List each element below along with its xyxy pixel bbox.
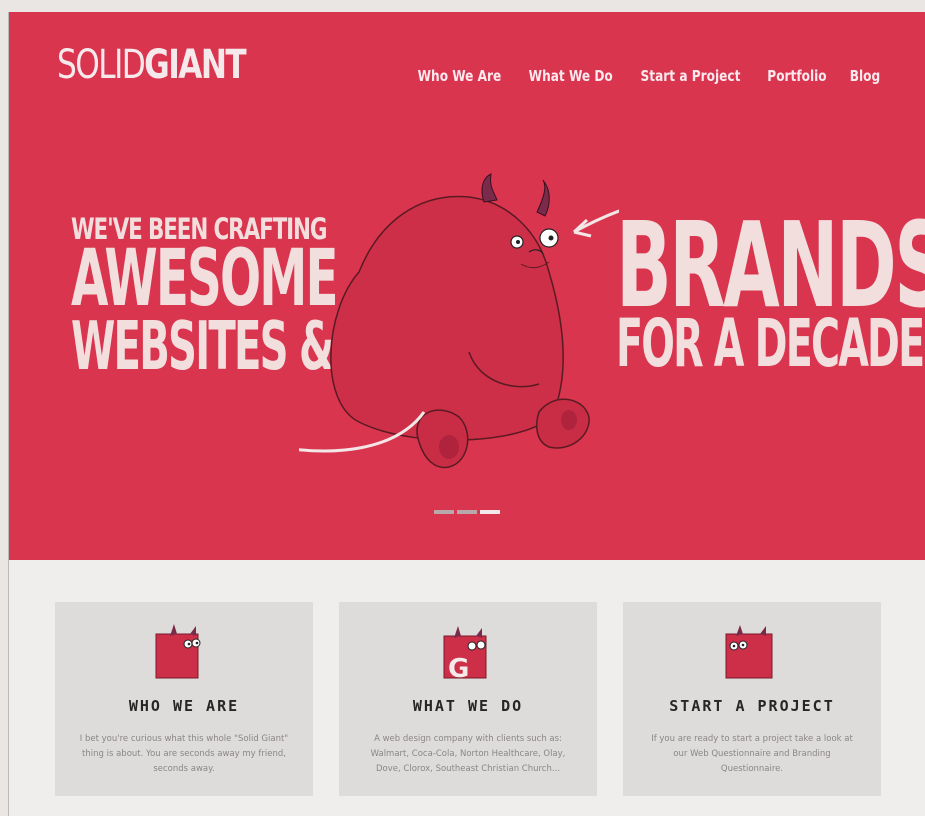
slider-pagination	[434, 510, 500, 514]
card-what-we-do[interactable]: G WHAT WE DO A web design company with c…	[339, 602, 597, 796]
logo-part2: GIANT	[144, 42, 247, 88]
logo-part1: SOLID	[57, 42, 146, 88]
page: SOLIDGIANT Who We Are What We Do Start a…	[8, 12, 925, 816]
card-title: START A PROJECT	[669, 697, 835, 715]
feature-cards: WHO WE ARE I bet you're curious what thi…	[55, 602, 881, 796]
headline-line3: WEBSITES &	[71, 307, 334, 386]
monster-icon	[155, 624, 201, 679]
hero-banner: SOLIDGIANT Who We Are What We Do Start a…	[9, 12, 925, 560]
logo[interactable]: SOLIDGIANT	[57, 42, 247, 88]
nav-portfolio[interactable]: Portfolio	[768, 67, 827, 85]
headline-line2: AWESOME	[71, 234, 339, 325]
hero-headline-right: BRANDS FOR A DECADE!	[616, 196, 925, 383]
svg-text:G: G	[448, 654, 469, 684]
card-text: I bet you're curious what this whole "So…	[79, 734, 289, 774]
nav-what-we-do[interactable]: What We Do	[529, 67, 613, 85]
hero-headline-left: WE'VE BEEN CRAFTING AWESOME WEBSITES &	[71, 214, 339, 386]
card-text: If you are ready to start a project take…	[651, 734, 853, 774]
card-who-we-are[interactable]: WHO WE ARE I bet you're curious what thi…	[55, 602, 313, 796]
main-nav: Who We Are What We Do Start a Project Po…	[413, 67, 882, 85]
monster-icon	[725, 625, 773, 679]
card-title: WHAT WE DO	[412, 697, 524, 715]
headline-brands: BRANDS	[616, 196, 925, 334]
card-start-a-project[interactable]: START A PROJECT If you are ready to star…	[623, 602, 881, 796]
slider-dot-2[interactable]	[457, 510, 477, 514]
slider-dot-1[interactable]	[434, 510, 454, 514]
nav-start-a-project[interactable]: Start a Project	[641, 67, 741, 85]
monster-g-icon: G	[443, 626, 487, 684]
monster-illustration	[299, 173, 619, 469]
headline-decade: FOR A DECADE!	[616, 305, 925, 383]
slider-dot-3[interactable]	[480, 510, 500, 514]
nav-who-we-are[interactable]: Who We Are	[418, 67, 502, 85]
card-title: WHO WE ARE	[128, 697, 240, 715]
card-text: A web design company with clients such a…	[370, 734, 566, 774]
nav-blog[interactable]: Blog	[850, 67, 880, 85]
